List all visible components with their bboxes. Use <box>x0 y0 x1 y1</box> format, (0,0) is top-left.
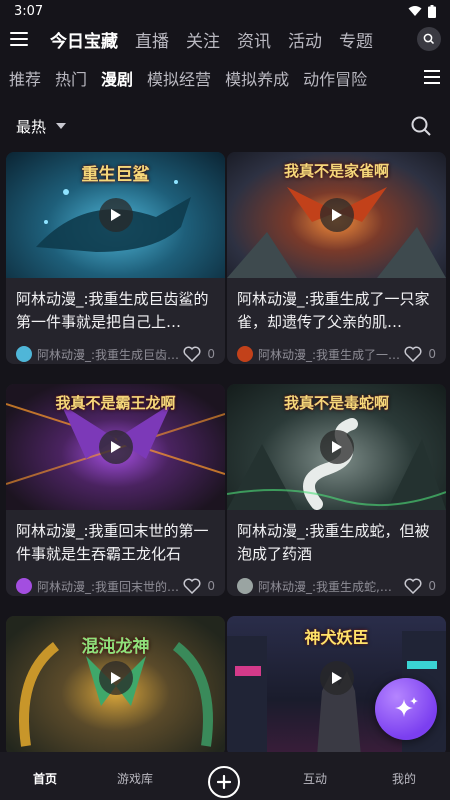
thumbnail-title: 我真不是家雀啊 <box>283 162 389 180</box>
play-button[interactable] <box>98 661 133 695</box>
avatar[interactable] <box>237 346 253 362</box>
cat-tab-hot[interactable]: 热门 <box>55 66 87 90</box>
category-menu-icon[interactable] <box>424 70 440 84</box>
thumbnail-title: 我真不是毒蛇啊 <box>283 394 389 412</box>
card-title[interactable]: 阿林动漫_:我重生成蛇，但被泡成了药酒 <box>237 520 436 566</box>
bottom-nav-home[interactable]: 首页 <box>33 770 57 787</box>
menu-icon[interactable] <box>10 32 28 46</box>
play-icon <box>110 209 121 221</box>
play-button[interactable] <box>319 198 354 232</box>
bottom-nav: 首页 游戏库 互动 我的 <box>0 752 450 800</box>
avatar[interactable] <box>16 346 32 362</box>
battery-icon <box>428 4 436 18</box>
heart-icon[interactable] <box>183 578 201 594</box>
thumbnail-title: 我真不是霸王龙啊 <box>55 394 176 412</box>
play-icon <box>110 672 121 684</box>
top-tab-live[interactable]: 直播 <box>135 27 169 52</box>
card-title[interactable]: 阿林动漫_:我重回末世的第一件事就是生吞霸王龙化石 <box>16 520 215 566</box>
video-card[interactable]: 我真不是霸王龙啊 阿林动漫_:我重回末世的第一件事就是生吞霸王龙化石 阿林动漫_… <box>6 384 225 596</box>
like-count: 0 <box>207 579 215 593</box>
bottom-nav-game-library[interactable]: 游戏库 <box>117 770 153 787</box>
wifi-icon <box>408 6 422 16</box>
top-tab-today[interactable]: 今日宝藏 <box>50 27 118 52</box>
card-title[interactable]: 阿林动漫_:我重生成巨齿鲨的第一件事就是把自己上… <box>16 288 215 334</box>
play-button[interactable] <box>98 198 133 232</box>
like-count: 0 <box>428 579 436 593</box>
cat-tab-sim-raising[interactable]: 模拟养成 <box>225 66 289 90</box>
ai-create-fab[interactable] <box>375 678 437 740</box>
plus-icon <box>217 775 231 789</box>
bottom-nav-interact[interactable]: 互动 <box>303 770 327 787</box>
cat-tab-sim-business[interactable]: 模拟经营 <box>147 66 211 90</box>
top-tab-topics[interactable]: 专题 <box>339 27 373 52</box>
play-icon <box>110 441 121 453</box>
sort-dropdown[interactable]: 最热 <box>16 116 46 137</box>
thumbnail-title: 神犬妖臣 <box>304 628 369 647</box>
top-tab-news[interactable]: 资讯 <box>237 27 271 52</box>
like-count: 0 <box>428 347 436 361</box>
video-card[interactable]: 我真不是家雀啊 阿林动漫_:我重生成了一只家雀，却遗传了父亲的肌… 阿林动漫_:… <box>227 152 446 364</box>
cat-tab-comic[interactable]: 漫剧 <box>101 66 133 90</box>
create-button[interactable] <box>208 766 240 798</box>
avatar[interactable] <box>237 578 253 594</box>
video-thumbnail[interactable]: 混沌龙神 <box>6 616 225 756</box>
status-time: 3:07 <box>14 3 44 19</box>
thumbnail-title: 混沌龙神 <box>81 637 150 657</box>
cat-tab-recommend[interactable]: 推荐 <box>9 66 41 90</box>
status-bar: 3:07 <box>0 0 450 22</box>
heart-icon[interactable] <box>404 578 422 594</box>
video-card[interactable]: 重生巨鲨 阿林动漫_:我重生成巨齿鲨的第一件事就是把自己上… 阿林动漫_:我重生… <box>6 152 225 364</box>
caret-down-icon[interactable] <box>56 123 67 129</box>
video-card[interactable]: 我真不是毒蛇啊 阿林动漫_:我重生成蛇，但被泡成了药酒 阿林动漫_:我重生成蛇,… <box>227 384 446 596</box>
sparkle-icon <box>395 697 418 717</box>
play-icon <box>331 209 342 221</box>
like-count: 0 <box>207 347 215 361</box>
play-icon <box>331 441 342 453</box>
top-tab-events[interactable]: 活动 <box>288 27 322 52</box>
search-icon[interactable] <box>410 115 432 137</box>
heart-icon[interactable] <box>183 346 201 362</box>
author-name[interactable]: 阿林动漫_:我重回末世的… <box>37 578 180 595</box>
search-icon <box>423 33 435 45</box>
heart-icon[interactable] <box>404 346 422 362</box>
top-tab-follow[interactable]: 关注 <box>186 27 220 52</box>
video-thumbnail[interactable]: 我真不是家雀啊 <box>227 152 446 278</box>
play-button[interactable] <box>319 430 354 464</box>
avatar[interactable] <box>16 578 32 594</box>
author-name[interactable]: 阿林动漫_:我重生成蛇,… <box>258 578 401 595</box>
video-card[interactable]: 混沌龙神 <box>6 616 225 756</box>
cat-tab-action-adventure[interactable]: 动作冒险 <box>303 66 367 90</box>
video-thumbnail[interactable]: 我真不是霸王龙啊 <box>6 384 225 510</box>
filter-row: 最热 <box>0 110 450 142</box>
thumbnail-title: 重生巨鲨 <box>81 165 150 185</box>
top-search-button[interactable] <box>417 27 441 51</box>
play-button[interactable] <box>319 661 354 695</box>
bottom-nav-profile[interactable]: 我的 <box>392 770 416 787</box>
category-nav: 推荐 热门 漫剧 模拟经营 模拟养成 动作冒险 <box>0 60 450 96</box>
video-thumbnail[interactable]: 我真不是毒蛇啊 <box>227 384 446 510</box>
card-title[interactable]: 阿林动漫_:我重生成了一只家雀，却遗传了父亲的肌… <box>237 288 436 334</box>
play-button[interactable] <box>98 430 133 464</box>
play-icon <box>331 672 342 684</box>
author-name[interactable]: 阿林动漫_:我重生成巨齿… <box>37 346 180 363</box>
video-thumbnail[interactable]: 重生巨鲨 <box>6 152 225 278</box>
top-nav: 今日宝藏 直播 关注 资讯 活动 专题 <box>0 22 450 56</box>
author-name[interactable]: 阿林动漫_:我重生成了一… <box>258 346 401 363</box>
